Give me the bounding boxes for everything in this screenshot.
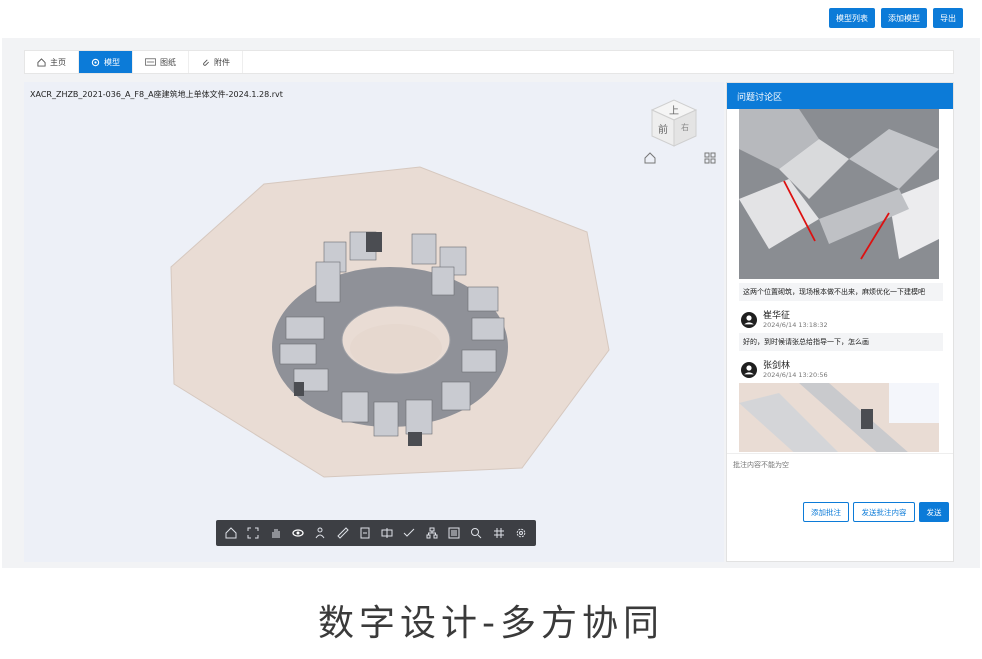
view-cube[interactable]: 上 前 右: [644, 96, 700, 156]
issue-screenshot-2[interactable]: [739, 383, 939, 452]
check-icon[interactable]: [400, 524, 418, 542]
annotation-input[interactable]: [733, 460, 947, 494]
home-icon[interactable]: [222, 524, 240, 542]
pan-hand-icon[interactable]: [267, 524, 285, 542]
comment-timestamp: 2024/6/14 13:18:32: [763, 321, 828, 329]
top-action-bar: 模型列表 添加模型 导出: [0, 0, 982, 40]
cube-front-label: 前: [658, 123, 668, 136]
model-viewer[interactable]: XACR_ZHZB_2021-036_A_F8_A座建筑地上单体文件-2024.…: [24, 82, 724, 562]
comment-text: 好的，到时候请张总给指导一下，怎么画: [739, 333, 943, 351]
cube-right-label: 右: [681, 122, 689, 132]
discussion-panel: 问题讨论区 这两个位置砌筑，现场根本做不出来，麻烦优化一下建模吧 崔华征 202…: [726, 82, 954, 562]
tab-label: 模型: [104, 57, 120, 67]
user-avatar-icon: [744, 315, 754, 325]
grid-icon[interactable]: [490, 524, 508, 542]
home-icon: [37, 57, 46, 67]
send-annotation-button[interactable]: 发送批注内容: [853, 502, 915, 522]
comment-text: 这两个位置砌筑，现场根本做不出来，麻烦优化一下建模吧: [739, 283, 943, 301]
comment-thread[interactable]: 这两个位置砌筑，现场根本做不出来，麻烦优化一下建模吧 崔华征 2024/6/14…: [727, 109, 953, 452]
export-button[interactable]: 导出: [933, 8, 963, 28]
cube-top-label: 上: [669, 105, 679, 117]
add-model-button[interactable]: 添加模型: [881, 8, 927, 28]
tab-model[interactable]: 模型: [79, 51, 133, 73]
structure-tree-icon[interactable]: [423, 524, 441, 542]
section-icon[interactable]: [356, 524, 374, 542]
tab-label: 图纸: [160, 57, 176, 67]
discussion-title: 问题讨论区: [727, 83, 953, 109]
user-avatar-icon: [744, 365, 754, 375]
middle-icon[interactable]: [378, 524, 396, 542]
properties-icon[interactable]: [445, 524, 463, 542]
comment-author: 张剑林 2024/6/14 13:20:56: [741, 361, 953, 379]
comment-user-name: 崔华征: [763, 311, 791, 321]
fit-view-icon[interactable]: [244, 524, 262, 542]
tab-label: 附件: [214, 57, 230, 67]
measure-icon[interactable]: [334, 524, 352, 542]
comment-user-name: 张剑林: [763, 361, 791, 371]
settings-icon[interactable]: [512, 524, 530, 542]
search-icon[interactable]: [467, 524, 485, 542]
app-window: 主页 模型 图纸 附件 XACR_ZHZB_2021-036_A_F8_A座建筑…: [2, 38, 980, 568]
comment-timestamp: 2024/6/14 13:20:56: [763, 371, 828, 379]
person-icon[interactable]: [311, 524, 329, 542]
avatar: [741, 362, 757, 378]
avatar: [741, 312, 757, 328]
send-button[interactable]: 发送: [919, 502, 949, 522]
orbit-icon[interactable]: [289, 524, 307, 542]
paperclip-icon: [203, 58, 209, 66]
model-list-button[interactable]: 模型列表: [829, 8, 875, 28]
slide-caption: 数字设计-多方协同: [318, 603, 664, 644]
home-view-icon[interactable]: [644, 152, 656, 164]
tab-label: 主页: [50, 57, 66, 67]
comment-author: 崔华征 2024/6/14 13:18:32: [741, 311, 953, 329]
tab-home[interactable]: 主页: [25, 51, 79, 73]
building-model[interactable]: [24, 82, 724, 522]
model-icon: [91, 58, 100, 66]
viewer-toolbar: [216, 520, 536, 546]
drawing-icon: [145, 58, 156, 66]
issue-screenshot-1[interactable]: [739, 109, 939, 279]
tab-bar: 主页 模型 图纸 附件: [24, 50, 954, 74]
add-annotation-button[interactable]: 添加批注: [803, 502, 849, 522]
tab-attachments[interactable]: 附件: [189, 51, 243, 73]
grid-view-icon[interactable]: [704, 152, 716, 164]
tab-drawings[interactable]: 图纸: [133, 51, 189, 73]
courtyard-floor: [350, 324, 442, 372]
annotation-composer: 添加批注 发送批注内容 发送: [727, 453, 953, 561]
